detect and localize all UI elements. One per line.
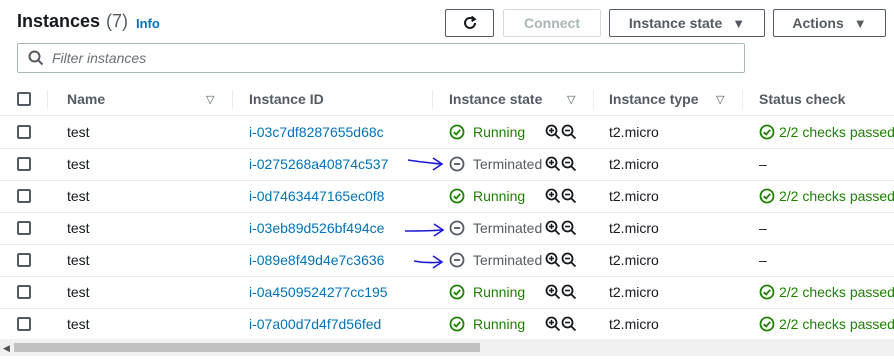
scroll-left-arrow-icon[interactable]: ◀ (3, 343, 10, 354)
annotation-arrow (413, 255, 444, 269)
scrollbar-thumb[interactable] (14, 343, 480, 352)
horizontal-scrollbar[interactable]: ◀ (0, 339, 894, 356)
annotation-arrow (404, 223, 445, 237)
annotation-arrow (407, 157, 444, 171)
annotation-overlay (404, 157, 445, 269)
